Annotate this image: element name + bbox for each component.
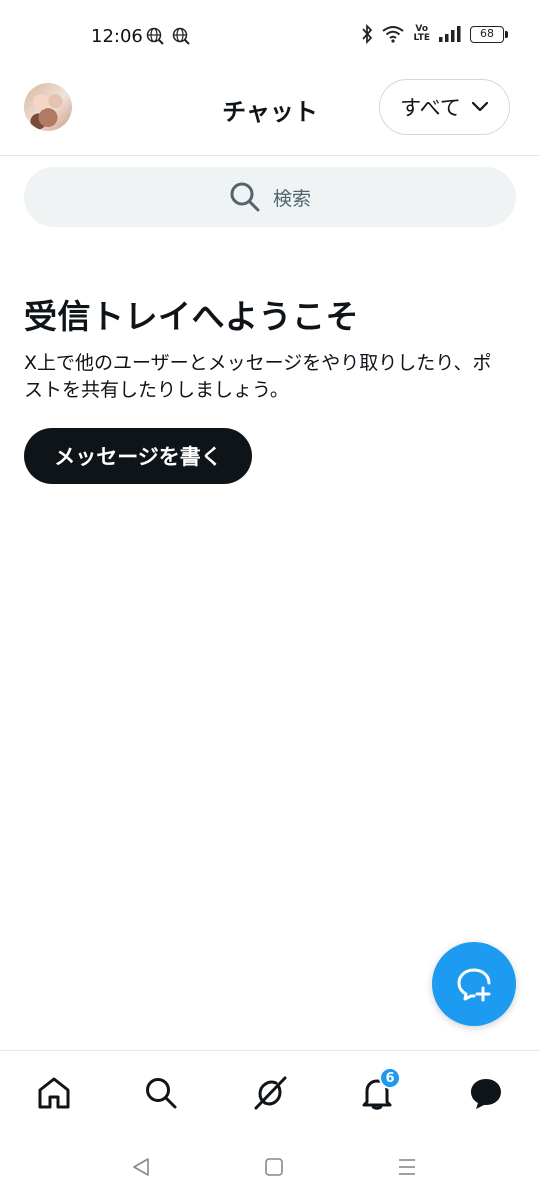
wifi-icon [382,26,405,43]
header: チャット すべて [0,72,540,156]
welcome-title: 受信トレイへようこそ [24,297,359,336]
search-placeholder: 検索 [272,187,311,210]
bottom-navigation: 6 [0,1050,540,1134]
filter-label: すべて [400,96,461,120]
home-icon [38,1077,70,1109]
status-notification-icons [146,27,190,45]
welcome-description: X上で他のユーザーとメッセージをやり取りしたり、ポストを共有したりしましょう。 [24,352,492,401]
new-message-fab[interactable] [432,942,516,1026]
search-icon [146,1078,177,1109]
grok-icon [254,1076,287,1110]
messages-icon [471,1079,501,1109]
signal-icon [439,26,461,42]
status-bar: 12:06 Vo LTE 68 [0,0,540,72]
menu-lines-icon [399,1159,415,1175]
nav-search[interactable] [141,1073,181,1113]
chat-screen: 12:06 Vo LTE 68 チャット すべて 検索 受信トレイへようこそ X… [0,0,540,1200]
status-system-icons: Vo LTE 68 [361,24,508,44]
globe-search-icon [146,27,164,45]
status-time: 12:06 [91,26,143,47]
system-menu-button[interactable] [394,1154,420,1180]
nav-grok[interactable] [250,1073,290,1113]
write-message-button[interactable]: メッセージを書く [24,428,252,484]
system-back-button[interactable] [128,1154,154,1180]
system-navigation-bar [0,1134,540,1200]
square-icon [265,1158,283,1176]
search-icon [230,182,260,212]
new-message-icon [457,968,491,1002]
nav-notifications[interactable]: 6 [357,1067,401,1113]
bluetooth-icon [362,24,373,44]
chevron-down-icon [471,101,488,112]
notification-badge: 6 [379,1067,401,1089]
filter-dropdown-button[interactable]: すべて [379,79,510,135]
nav-messages[interactable] [466,1073,506,1113]
system-home-button[interactable] [261,1154,287,1180]
search-input[interactable]: 検索 [24,167,516,227]
nav-home[interactable] [34,1073,74,1113]
back-triangle-icon [133,1158,149,1176]
battery-indicator: 68 [470,25,508,43]
globe-search-icon [172,27,190,45]
volte-indicator: Vo LTE [413,24,430,43]
